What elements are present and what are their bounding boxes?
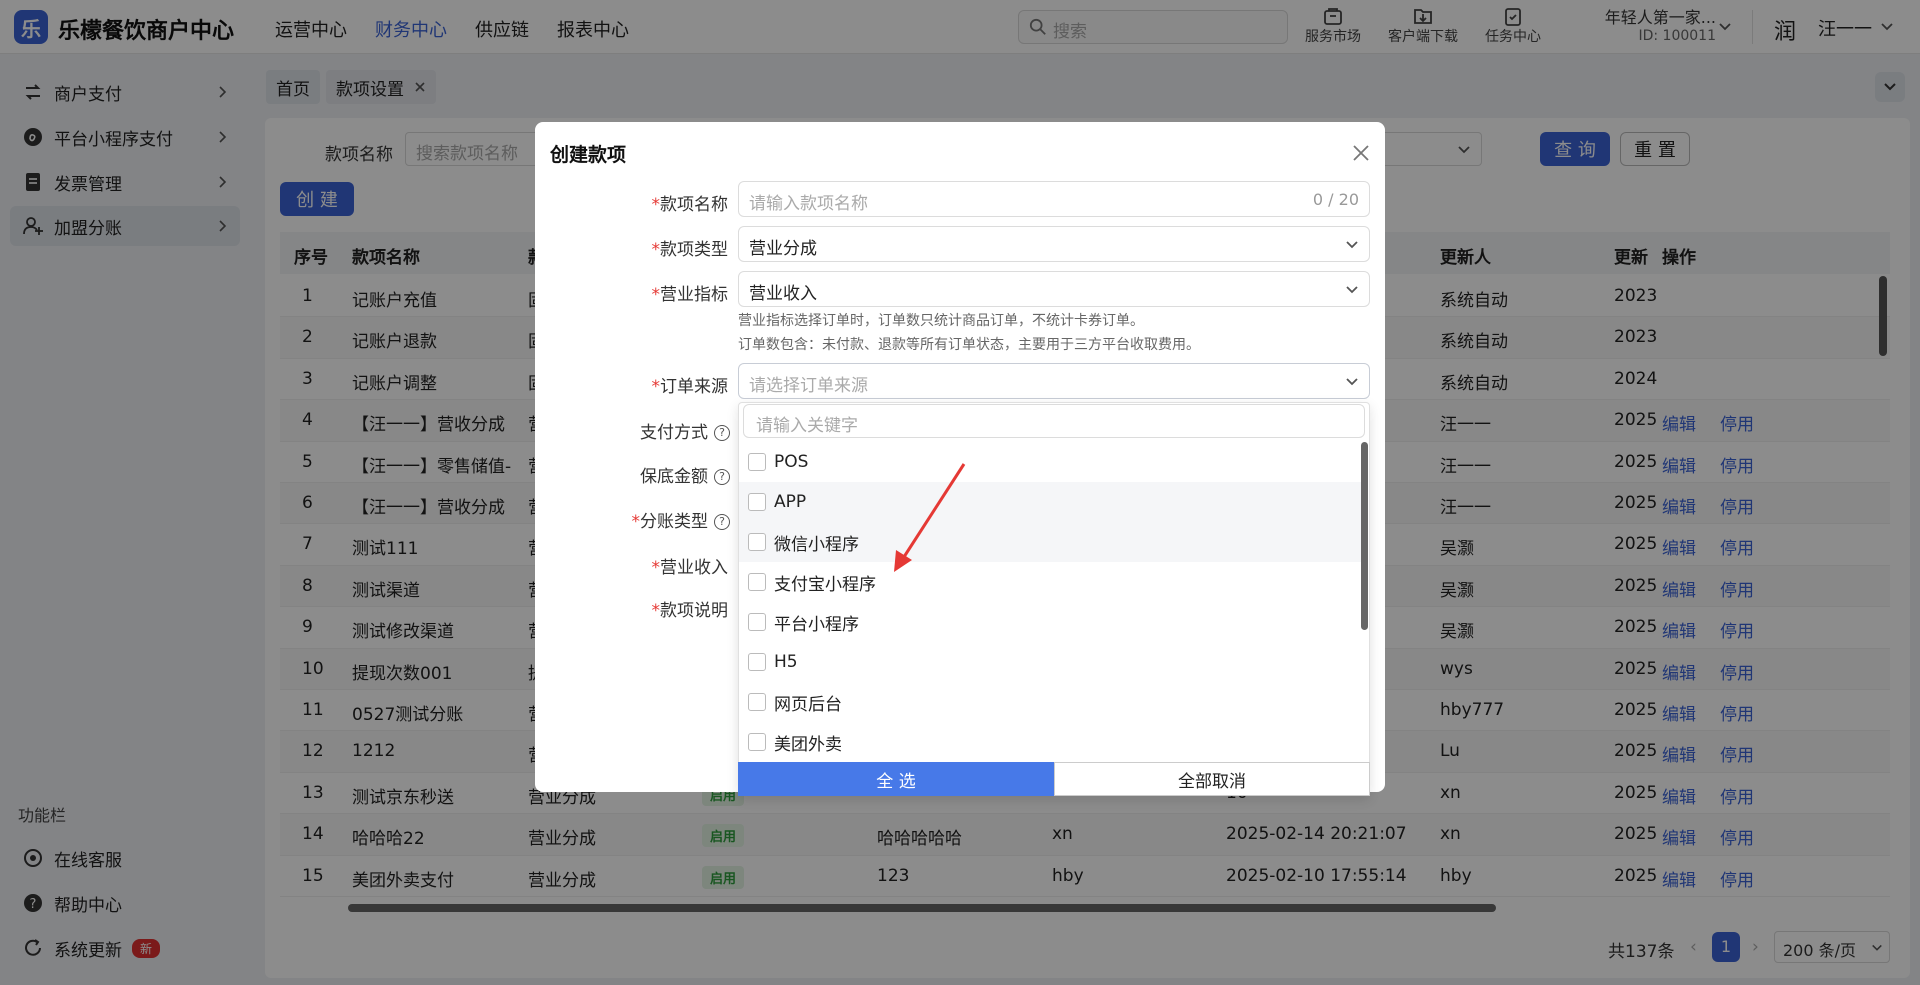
field-split-type-label: *分账类型? xyxy=(600,507,730,532)
option-label: APP xyxy=(774,492,807,512)
deselect-all-button[interactable]: 全部取消 xyxy=(1054,762,1370,796)
order-source-select[interactable]: 请选择订单来源 xyxy=(738,363,1370,399)
business-metric-select[interactable]: 营业收入 xyxy=(738,271,1370,307)
name-placeholder: 请输入款项名称 xyxy=(749,194,868,214)
checkbox[interactable] xyxy=(748,653,766,671)
payment-type-select[interactable]: 营业分成 xyxy=(738,226,1370,262)
field-source-label: *订单来源 xyxy=(651,377,729,397)
field-type-label: *款项类型 xyxy=(651,240,729,260)
help-icon: ? xyxy=(714,425,730,441)
checkbox[interactable] xyxy=(748,573,766,591)
chevron-down-icon xyxy=(1346,378,1358,386)
dropdown-search-placeholder: 请输入关键字 xyxy=(756,416,858,436)
dropdown-scrollbar[interactable] xyxy=(1361,442,1368,630)
option-label: H5 xyxy=(774,652,798,672)
chevron-down-icon xyxy=(1346,241,1358,249)
dialog-title: 创建款项 xyxy=(550,144,627,166)
checkbox[interactable] xyxy=(748,613,766,631)
checkbox[interactable] xyxy=(748,493,766,511)
field-pay-method-label: 支付方式? xyxy=(600,418,730,443)
source-option[interactable]: 网页后台 xyxy=(739,682,1361,722)
field-guarantee-label: 保底金额? xyxy=(600,462,730,487)
option-label: 网页后台 xyxy=(774,694,842,715)
option-label: 微信小程序 xyxy=(774,534,859,555)
source-option[interactable]: 支付宝小程序 xyxy=(739,562,1361,602)
metric-hint-1: 营业指标选择订单时，订单数只统计商品订单，不统计卡券订单。 xyxy=(738,313,1144,329)
source-option[interactable]: 美团外卖 xyxy=(739,722,1361,762)
checkbox[interactable] xyxy=(748,693,766,711)
checkbox[interactable] xyxy=(748,453,766,471)
option-label: 平台小程序 xyxy=(774,614,859,635)
source-placeholder: 请选择订单来源 xyxy=(749,376,868,396)
chevron-down-icon xyxy=(1346,286,1358,294)
field-metric-label: *营业指标 xyxy=(651,285,729,305)
checkbox[interactable] xyxy=(748,533,766,551)
payment-name-input[interactable]: 请输入款项名称 0 / 20 xyxy=(738,181,1370,217)
dropdown-search-input[interactable]: 请输入关键字 xyxy=(743,404,1365,438)
source-option[interactable]: APP xyxy=(739,482,1361,522)
option-label: 美团外卖 xyxy=(774,734,842,755)
select-all-button[interactable]: 全 选 xyxy=(738,762,1054,796)
type-value: 营业分成 xyxy=(749,239,817,259)
close-icon[interactable] xyxy=(1350,142,1372,164)
source-option[interactable]: POS xyxy=(739,442,1361,482)
source-option[interactable]: 平台小程序 xyxy=(739,602,1361,642)
option-label: 支付宝小程序 xyxy=(774,574,876,595)
option-label: POS xyxy=(774,452,809,472)
char-counter: 0 / 20 xyxy=(1312,190,1359,209)
field-revenue-label: *营业收入 xyxy=(651,558,729,578)
field-description-label: *款项说明 xyxy=(651,601,729,621)
field-name-label: *款项名称 xyxy=(651,195,729,215)
checkbox[interactable] xyxy=(748,733,766,751)
source-option[interactable]: H5 xyxy=(739,642,1361,682)
help-icon: ? xyxy=(714,514,730,530)
metric-value: 营业收入 xyxy=(749,284,817,304)
help-icon: ? xyxy=(714,469,730,485)
metric-hint-2: 订单数包含：未付款、退款等所有订单状态，主要用于三方平台收取费用。 xyxy=(738,337,1200,353)
annotation-arrow xyxy=(894,463,966,572)
source-option[interactable]: 微信小程序 xyxy=(739,522,1361,562)
